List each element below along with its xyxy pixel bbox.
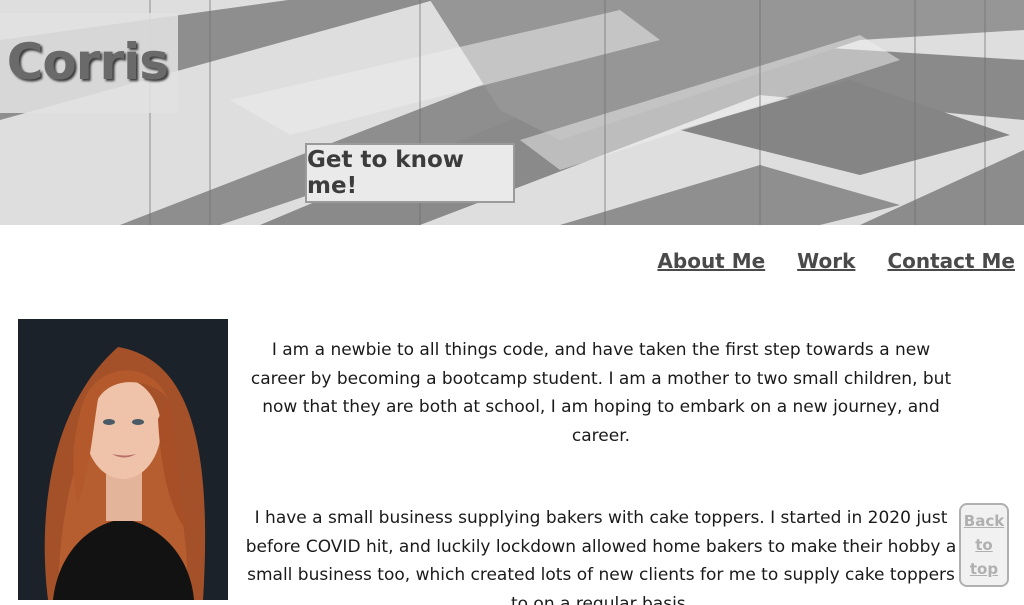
- back-to-top-line-3: top: [969, 560, 999, 578]
- about-section: I am a newbie to all things code, and ha…: [245, 336, 957, 605]
- portrait-illustration: [18, 319, 228, 600]
- nav-link-contact-me[interactable]: Contact Me: [887, 249, 1015, 273]
- back-to-top-button[interactable]: Back to top: [959, 503, 1009, 587]
- about-paragraph-2: I have a small business supplying bakers…: [245, 508, 957, 605]
- back-to-top-line-1: Back: [963, 512, 1005, 530]
- site-title-box: n Corris: [0, 13, 178, 113]
- site-title: n Corris: [0, 33, 169, 91]
- back-to-top-line-2: to: [975, 536, 993, 554]
- get-to-know-me-button[interactable]: Get to know me!: [305, 143, 515, 203]
- nav-link-work[interactable]: Work: [797, 249, 855, 273]
- nav-link-about-me[interactable]: About Me: [657, 249, 765, 273]
- about-paragraph-1: I am a newbie to all things code, and ha…: [250, 340, 952, 446]
- main-nav: About Me Work Contact Me: [657, 249, 1015, 273]
- hero-banner: n Corris Get to know me!: [0, 0, 1024, 225]
- profile-photo: [18, 319, 228, 600]
